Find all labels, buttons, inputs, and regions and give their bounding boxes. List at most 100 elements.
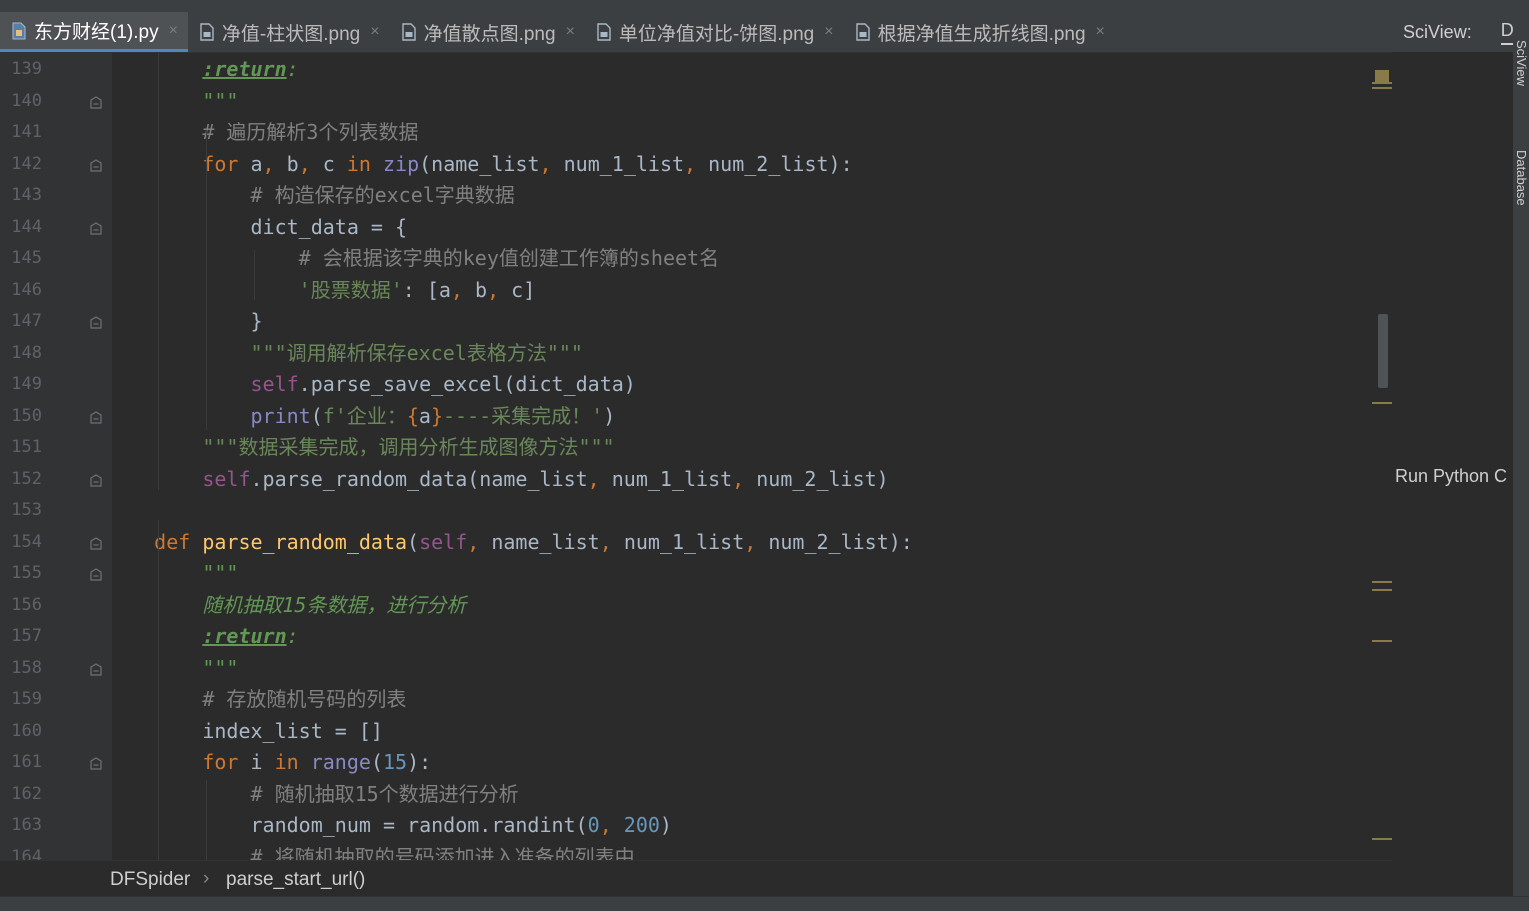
line-number: 161 [11, 752, 42, 772]
editor-scrollbar-thumb[interactable] [1378, 314, 1388, 388]
code-text: 随机抽取15条数据，进行分析 [202, 592, 467, 617]
sciview-data-tab[interactable]: D [1500, 20, 1514, 45]
fold-marker-icon[interactable] [89, 95, 103, 109]
line-number: 158 [11, 657, 42, 678]
close-icon[interactable]: × [370, 23, 379, 41]
fold-marker-icon[interactable] [89, 315, 103, 329]
scroll-marker [1372, 640, 1392, 642]
close-icon[interactable]: × [1096, 23, 1105, 41]
code-line[interactable]: 154 def parse_random_data(self, name_lis… [0, 527, 1392, 558]
code-line[interactable]: 155 """ [0, 558, 1392, 589]
tab-label: 净值散点图.png [423, 23, 556, 45]
tab-bar-chart-png[interactable]: 净值-柱状图.png × [188, 12, 390, 52]
line-number: 143 [11, 185, 42, 205]
close-icon[interactable]: × [824, 23, 833, 41]
code-text: :return: [202, 624, 299, 648]
sciview-title: SciView: [1403, 21, 1472, 42]
line-number: 150 [11, 405, 42, 426]
code-text: '股票数据': [a, b, c] [298, 277, 536, 302]
line-number: 148 [11, 342, 42, 363]
right-tool-strip [1513, 12, 1529, 910]
code-text: """数据采集完成，调用分析生成图像方法""" [202, 435, 615, 459]
indent-guide [254, 250, 255, 300]
code-line[interactable]: 163 random_num = random.randint(0, 200) [0, 810, 1392, 841]
code-line[interactable]: 139 :return: [0, 54, 1392, 85]
tab-line-png[interactable]: 根据净值生成折线图.png × [844, 12, 1115, 52]
code-text: dict_data = { [106, 214, 408, 239]
code-text: :return: [202, 57, 299, 81]
fold-marker-icon[interactable] [89, 221, 103, 235]
tab-dongfang-py[interactable]: 东方财经(1).py × [0, 12, 188, 52]
scroll-marker [1372, 82, 1392, 84]
fold-marker-icon[interactable] [89, 536, 103, 550]
line-number: 142 [11, 153, 42, 174]
line-number: 156 [11, 594, 42, 615]
line-number: 153 [11, 500, 42, 520]
scroll-marker [1372, 87, 1392, 89]
code-line[interactable]: 156 随机抽取15条数据，进行分析 [0, 590, 1392, 621]
code-text: # 存放随机号码的列表 [202, 687, 407, 711]
fold-marker-icon[interactable] [89, 567, 103, 581]
code-text: # 随机抽取15个数据进行分析 [250, 781, 519, 806]
code-line[interactable]: 159 # 存放随机号码的列表 [0, 684, 1392, 715]
line-number: 149 [11, 374, 42, 394]
code-line[interactable]: 162 # 随机抽取15个数据进行分析 [0, 779, 1392, 810]
code-editor[interactable]: 139 :return: 140 """ 141 # 遍历解析3个列表数据 142 f… [0, 53, 1392, 860]
code-text: # 构造保存的excel字典数据 [250, 183, 515, 207]
indent-guide [158, 53, 159, 490]
code-text: for a, b, c in zip(name_list, num_1_list… [202, 151, 853, 176]
code-line[interactable]: 144 dict_data = { [0, 212, 1392, 243]
code-line[interactable]: 158 """ [0, 653, 1392, 684]
image-file-icon [855, 23, 870, 41]
tab-label: 东方财经(1).py [34, 22, 159, 43]
code-line[interactable]: 147 } [0, 306, 1392, 337]
fold-marker-icon[interactable] [89, 158, 103, 172]
code-line[interactable]: 157 :return: [0, 621, 1392, 652]
close-icon[interactable]: × [566, 23, 575, 41]
code-line[interactable]: 141 # 遍历解析3个列表数据 [0, 117, 1392, 148]
fold-marker-icon[interactable] [89, 473, 103, 487]
code-line[interactable]: 150 print(f'企业：{a}----采集完成！') [0, 401, 1392, 432]
code-line[interactable]: 148 """调用解析保存excel表格方法""" [0, 338, 1392, 369]
fold-marker-icon[interactable] [89, 410, 103, 424]
line-number: 155 [11, 563, 42, 583]
breadcrumb-method[interactable]: parse_start_url() [226, 869, 365, 891]
code-line[interactable]: 142 for a, b, c in zip(name_list, num_1_… [0, 149, 1392, 180]
code-line[interactable]: 164 # 将随机抽取的号码添加进入准备的列表中 [0, 842, 1392, 861]
line-number: 163 [11, 815, 42, 835]
tab-pie-png[interactable]: 单位净值对比-饼图.png × [585, 12, 844, 52]
tab-label: 单位净值对比-饼图.png [618, 23, 815, 45]
sciview-header: SciView: D [1392, 12, 1514, 52]
fold-marker-icon[interactable] [89, 756, 103, 770]
scroll-marker [1372, 581, 1392, 583]
code-line[interactable]: 151 """数据采集完成，调用分析生成图像方法""" [0, 432, 1392, 463]
line-number: 160 [11, 720, 42, 741]
code-text: """调用解析保存excel表格方法""" [250, 340, 583, 365]
database-tool-button[interactable]: Database [1514, 150, 1529, 245]
line-number: 164 [11, 846, 42, 861]
code-line[interactable]: 153 [0, 495, 1392, 526]
breadcrumb-class[interactable]: DFSpider [110, 869, 190, 891]
code-line[interactable]: 149 self.parse_save_excel(dict_data) [0, 369, 1392, 400]
line-number: 152 [11, 468, 42, 489]
code-line[interactable]: 146 '股票数据': [a, b, c] [0, 275, 1392, 306]
fold-marker-icon[interactable] [89, 662, 103, 676]
code-line[interactable]: 140 """ [0, 86, 1392, 117]
tab-scatter-png[interactable]: 净值散点图.png × [390, 12, 585, 52]
sciview-tool-button[interactable]: SciView [1514, 40, 1529, 120]
code-line[interactable]: 145 # 会根据该字典的key值创建工作簿的sheet名 [0, 243, 1392, 274]
code-line[interactable]: 143 # 构造保存的excel字典数据 [0, 180, 1392, 211]
code-line[interactable]: 160 index_list = [] [0, 716, 1392, 747]
code-line[interactable]: 152 self.parse_random_data(name_list, nu… [0, 464, 1392, 495]
code-text: """ [202, 561, 239, 585]
close-icon[interactable]: × [169, 22, 178, 40]
line-number: 147 [11, 311, 42, 331]
breadcrumb: DFSpider › parse_start_url() [0, 860, 1392, 897]
code-text: self.parse_random_data(name_list, num_1_… [202, 466, 889, 491]
code-text: """ [202, 655, 239, 680]
line-number: 157 [11, 626, 42, 646]
editor-tab-bar: 东方财经(1).py × 净值-柱状图.png × 净值散点图.png × 单位… [0, 12, 1392, 53]
run-python-console-label[interactable]: Run Python C [1395, 466, 1513, 487]
code-line[interactable]: 161 for i in range(15): [0, 747, 1392, 778]
indent-guide [206, 130, 207, 430]
